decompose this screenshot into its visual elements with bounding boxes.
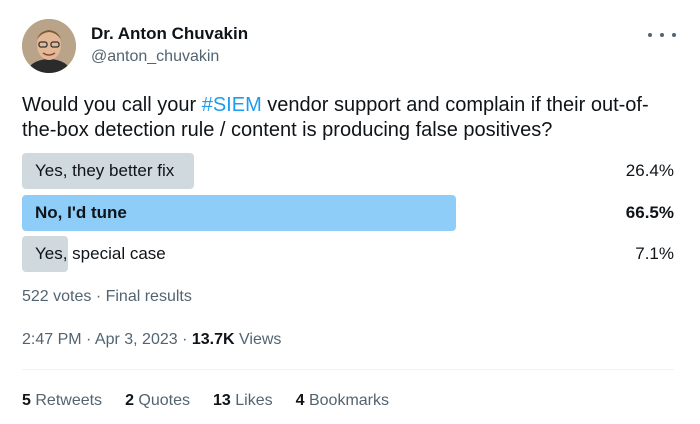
likes-label: Likes xyxy=(235,392,273,409)
retweets-label: Retweets xyxy=(35,392,103,409)
poll-option-percent: 26.4% xyxy=(625,161,674,180)
bookmarks-label: Bookmarks xyxy=(308,392,390,409)
tweet-text-before: Would you call your xyxy=(22,94,202,116)
timestamp-text[interactable]: 2:47 PM · Apr 3, 2023 · xyxy=(22,331,192,348)
hashtag-link[interactable]: #SIEM xyxy=(202,94,262,116)
tweet-timestamp: 2:47 PM · Apr 3, 2023 · 13.7K Views xyxy=(22,331,281,349)
bookmarks-stat[interactable]: 4 Bookmarks xyxy=(296,392,389,410)
poll-option-label: Yes, special case xyxy=(35,244,166,263)
poll-option: Yes, special case 7.1% xyxy=(22,236,674,272)
likes-count: 13 xyxy=(213,392,231,409)
poll-option-label: No, I'd tune xyxy=(35,203,127,222)
retweets-count: 5 xyxy=(22,392,31,409)
poll-summary: 522 votes · Final results xyxy=(22,288,192,305)
views-count: 13.7K xyxy=(191,331,235,348)
poll-option-percent: 66.5% xyxy=(625,203,674,222)
quotes-count: 2 xyxy=(125,392,134,409)
views-label: Views xyxy=(234,331,282,348)
avatar[interactable] xyxy=(22,19,76,73)
tweet-text: Would you call your #SIEM vendor support… xyxy=(22,93,672,143)
retweets-stat[interactable]: 5 Retweets xyxy=(22,392,102,410)
poll-option: No, I'd tune 66.5% xyxy=(22,195,674,231)
more-options-icon[interactable] xyxy=(648,26,676,44)
author-name[interactable]: Dr. Anton Chuvakin xyxy=(91,24,248,44)
divider xyxy=(22,369,674,370)
author-handle[interactable]: @anton_chuvakin xyxy=(91,48,219,66)
quotes-label: Quotes xyxy=(138,392,191,409)
quotes-stat[interactable]: 2 Quotes xyxy=(125,392,190,410)
engagement-stats: 5 Retweets 2 Quotes 13 Likes 4 Bookmarks xyxy=(22,392,412,410)
poll-option-percent: 7.1% xyxy=(635,244,674,263)
likes-stat[interactable]: 13 Likes xyxy=(213,392,273,410)
poll-option-label: Yes, they better fix xyxy=(35,161,175,180)
poll-option: Yes, they better fix 26.4% xyxy=(22,153,674,189)
profile-photo-icon xyxy=(22,19,76,73)
bookmarks-count: 4 xyxy=(295,392,305,409)
